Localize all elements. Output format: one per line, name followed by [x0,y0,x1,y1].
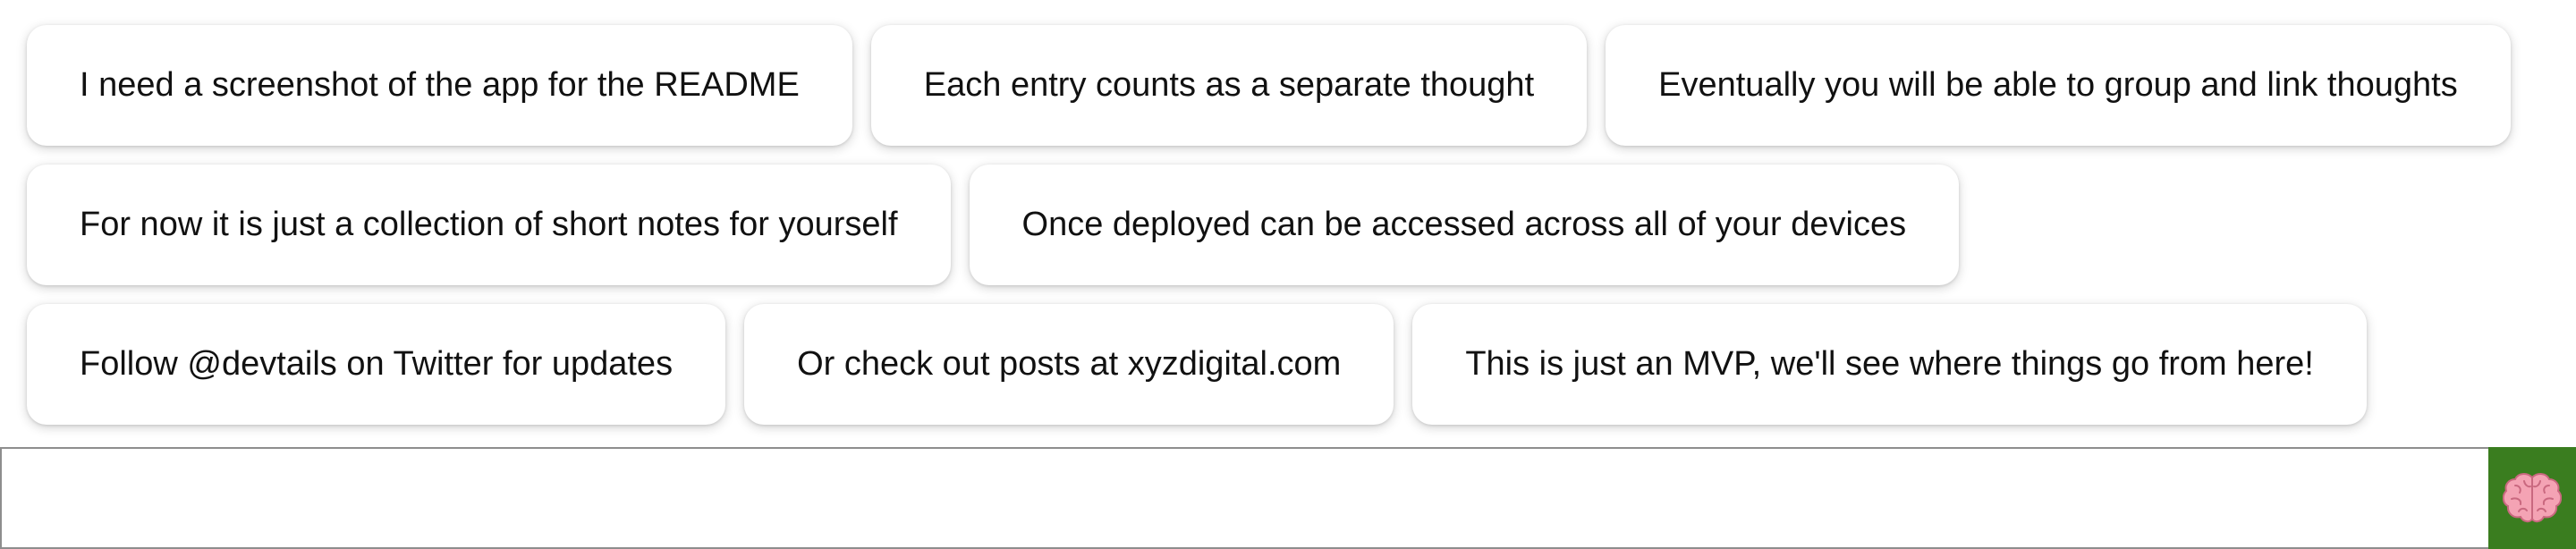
brain-icon [2503,473,2562,523]
thought-card[interactable]: Or check out posts at xyzdigital.com [744,304,1394,425]
thought-card[interactable]: Each entry counts as a separate thought [870,25,1588,146]
thought-composer [0,447,2576,549]
submit-thought-button[interactable] [2488,447,2576,549]
thoughts-app: I need a screenshot of the app for the R… [0,0,2576,549]
thought-input[interactable] [0,447,2488,549]
thought-card[interactable]: Eventually you will be able to group and… [1606,25,2511,146]
thought-card[interactable]: For now it is just a collection of short… [27,165,951,285]
thought-list: I need a screenshot of the app for the R… [27,25,2549,425]
thought-card[interactable]: This is just an MVP, we'll see where thi… [1412,304,2367,425]
thought-card[interactable]: Follow @devtails on Twitter for updates [27,304,726,425]
thought-card[interactable]: Once deployed can be accessed across all… [969,165,1960,285]
thought-card[interactable]: I need a screenshot of the app for the R… [27,25,852,146]
